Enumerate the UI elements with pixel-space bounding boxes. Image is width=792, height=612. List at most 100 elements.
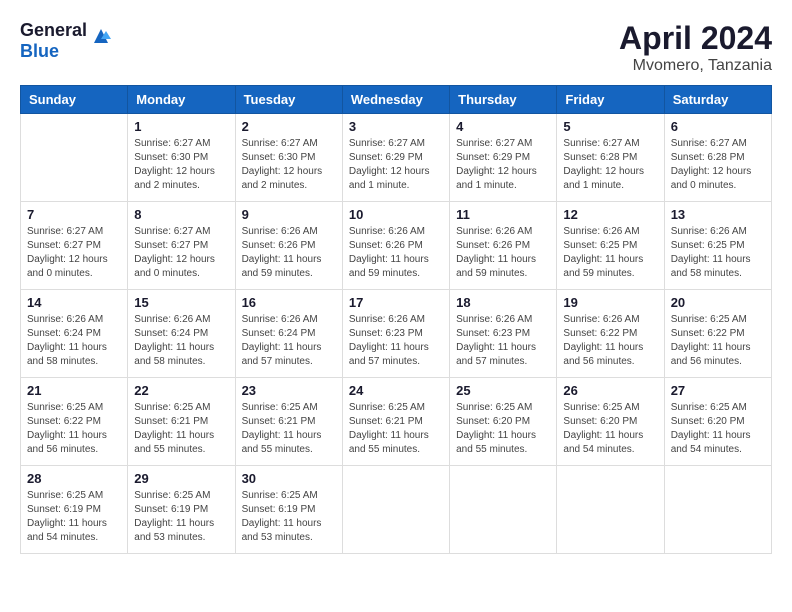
day-info: Sunrise: 6:25 AMSunset: 6:19 PMDaylight:… xyxy=(134,489,228,545)
calendar-cell: 9 Sunrise: 6:26 AMSunset: 6:26 PMDayligh… xyxy=(235,202,342,290)
col-sunday: Sunday xyxy=(21,86,128,114)
calendar-cell xyxy=(342,466,449,554)
calendar-cell: 7 Sunrise: 6:27 AMSunset: 6:27 PMDayligh… xyxy=(21,202,128,290)
day-info: Sunrise: 6:27 AMSunset: 6:29 PMDaylight:… xyxy=(456,137,550,193)
day-number: 23 xyxy=(242,383,336,398)
day-number: 27 xyxy=(671,383,765,398)
day-info: Sunrise: 6:25 AMSunset: 6:20 PMDaylight:… xyxy=(563,401,657,457)
logo-general: General xyxy=(20,20,87,40)
day-info: Sunrise: 6:25 AMSunset: 6:22 PMDaylight:… xyxy=(27,401,121,457)
month-year-title: April 2024 xyxy=(619,20,772,57)
calendar-cell xyxy=(664,466,771,554)
logo: General Blue xyxy=(20,20,112,62)
calendar-cell: 21 Sunrise: 6:25 AMSunset: 6:22 PMDaylig… xyxy=(21,378,128,466)
calendar-cell: 1 Sunrise: 6:27 AMSunset: 6:30 PMDayligh… xyxy=(128,114,235,202)
calendar-cell: 17 Sunrise: 6:26 AMSunset: 6:23 PMDaylig… xyxy=(342,290,449,378)
calendar-cell: 4 Sunrise: 6:27 AMSunset: 6:29 PMDayligh… xyxy=(450,114,557,202)
day-info: Sunrise: 6:25 AMSunset: 6:21 PMDaylight:… xyxy=(242,401,336,457)
calendar-header-row: Sunday Monday Tuesday Wednesday Thursday… xyxy=(21,86,772,114)
logo-icon xyxy=(90,25,112,47)
day-info: Sunrise: 6:27 AMSunset: 6:30 PMDaylight:… xyxy=(134,137,228,193)
day-info: Sunrise: 6:26 AMSunset: 6:25 PMDaylight:… xyxy=(563,225,657,281)
day-number: 26 xyxy=(563,383,657,398)
day-number: 21 xyxy=(27,383,121,398)
day-number: 13 xyxy=(671,207,765,222)
day-info: Sunrise: 6:26 AMSunset: 6:26 PMDaylight:… xyxy=(349,225,443,281)
week-row-2: 7 Sunrise: 6:27 AMSunset: 6:27 PMDayligh… xyxy=(21,202,772,290)
week-row-1: 1 Sunrise: 6:27 AMSunset: 6:30 PMDayligh… xyxy=(21,114,772,202)
col-tuesday: Tuesday xyxy=(235,86,342,114)
day-number: 3 xyxy=(349,119,443,134)
day-info: Sunrise: 6:27 AMSunset: 6:29 PMDaylight:… xyxy=(349,137,443,193)
logo-text: General Blue xyxy=(20,20,87,62)
day-info: Sunrise: 6:27 AMSunset: 6:28 PMDaylight:… xyxy=(671,137,765,193)
day-info: Sunrise: 6:27 AMSunset: 6:27 PMDaylight:… xyxy=(134,225,228,281)
day-info: Sunrise: 6:27 AMSunset: 6:27 PMDaylight:… xyxy=(27,225,121,281)
col-wednesday: Wednesday xyxy=(342,86,449,114)
col-saturday: Saturday xyxy=(664,86,771,114)
calendar-cell: 30 Sunrise: 6:25 AMSunset: 6:19 PMDaylig… xyxy=(235,466,342,554)
day-number: 16 xyxy=(242,295,336,310)
day-info: Sunrise: 6:25 AMSunset: 6:20 PMDaylight:… xyxy=(671,401,765,457)
day-info: Sunrise: 6:26 AMSunset: 6:26 PMDaylight:… xyxy=(456,225,550,281)
day-info: Sunrise: 6:27 AMSunset: 6:30 PMDaylight:… xyxy=(242,137,336,193)
col-thursday: Thursday xyxy=(450,86,557,114)
calendar-cell xyxy=(557,466,664,554)
calendar-cell: 18 Sunrise: 6:26 AMSunset: 6:23 PMDaylig… xyxy=(450,290,557,378)
day-number: 9 xyxy=(242,207,336,222)
day-info: Sunrise: 6:27 AMSunset: 6:28 PMDaylight:… xyxy=(563,137,657,193)
calendar-cell: 15 Sunrise: 6:26 AMSunset: 6:24 PMDaylig… xyxy=(128,290,235,378)
week-row-5: 28 Sunrise: 6:25 AMSunset: 6:19 PMDaylig… xyxy=(21,466,772,554)
day-number: 1 xyxy=(134,119,228,134)
day-number: 11 xyxy=(456,207,550,222)
day-number: 4 xyxy=(456,119,550,134)
day-number: 12 xyxy=(563,207,657,222)
calendar-cell: 5 Sunrise: 6:27 AMSunset: 6:28 PMDayligh… xyxy=(557,114,664,202)
col-monday: Monday xyxy=(128,86,235,114)
calendar-cell: 14 Sunrise: 6:26 AMSunset: 6:24 PMDaylig… xyxy=(21,290,128,378)
calendar-cell: 6 Sunrise: 6:27 AMSunset: 6:28 PMDayligh… xyxy=(664,114,771,202)
day-number: 28 xyxy=(27,471,121,486)
location-subtitle: Mvomero, Tanzania xyxy=(619,57,772,75)
day-info: Sunrise: 6:25 AMSunset: 6:20 PMDaylight:… xyxy=(456,401,550,457)
week-row-4: 21 Sunrise: 6:25 AMSunset: 6:22 PMDaylig… xyxy=(21,378,772,466)
col-friday: Friday xyxy=(557,86,664,114)
calendar-cell: 3 Sunrise: 6:27 AMSunset: 6:29 PMDayligh… xyxy=(342,114,449,202)
day-info: Sunrise: 6:26 AMSunset: 6:22 PMDaylight:… xyxy=(563,313,657,369)
day-number: 22 xyxy=(134,383,228,398)
day-number: 24 xyxy=(349,383,443,398)
day-number: 19 xyxy=(563,295,657,310)
calendar-cell: 22 Sunrise: 6:25 AMSunset: 6:21 PMDaylig… xyxy=(128,378,235,466)
calendar-cell: 11 Sunrise: 6:26 AMSunset: 6:26 PMDaylig… xyxy=(450,202,557,290)
day-number: 25 xyxy=(456,383,550,398)
day-info: Sunrise: 6:26 AMSunset: 6:24 PMDaylight:… xyxy=(242,313,336,369)
calendar-cell: 12 Sunrise: 6:26 AMSunset: 6:25 PMDaylig… xyxy=(557,202,664,290)
day-info: Sunrise: 6:26 AMSunset: 6:24 PMDaylight:… xyxy=(27,313,121,369)
day-number: 30 xyxy=(242,471,336,486)
calendar-cell: 13 Sunrise: 6:26 AMSunset: 6:25 PMDaylig… xyxy=(664,202,771,290)
calendar-table: Sunday Monday Tuesday Wednesday Thursday… xyxy=(20,85,772,554)
calendar-cell: 28 Sunrise: 6:25 AMSunset: 6:19 PMDaylig… xyxy=(21,466,128,554)
calendar-cell: 16 Sunrise: 6:26 AMSunset: 6:24 PMDaylig… xyxy=(235,290,342,378)
day-number: 17 xyxy=(349,295,443,310)
day-number: 10 xyxy=(349,207,443,222)
day-number: 29 xyxy=(134,471,228,486)
calendar-cell: 23 Sunrise: 6:25 AMSunset: 6:21 PMDaylig… xyxy=(235,378,342,466)
calendar-cell: 29 Sunrise: 6:25 AMSunset: 6:19 PMDaylig… xyxy=(128,466,235,554)
calendar-cell: 10 Sunrise: 6:26 AMSunset: 6:26 PMDaylig… xyxy=(342,202,449,290)
day-number: 14 xyxy=(27,295,121,310)
logo-blue: Blue xyxy=(20,41,59,61)
calendar-cell: 19 Sunrise: 6:26 AMSunset: 6:22 PMDaylig… xyxy=(557,290,664,378)
calendar-cell: 27 Sunrise: 6:25 AMSunset: 6:20 PMDaylig… xyxy=(664,378,771,466)
day-number: 18 xyxy=(456,295,550,310)
calendar-cell: 8 Sunrise: 6:27 AMSunset: 6:27 PMDayligh… xyxy=(128,202,235,290)
day-number: 6 xyxy=(671,119,765,134)
day-info: Sunrise: 6:25 AMSunset: 6:19 PMDaylight:… xyxy=(27,489,121,545)
day-number: 15 xyxy=(134,295,228,310)
day-info: Sunrise: 6:26 AMSunset: 6:26 PMDaylight:… xyxy=(242,225,336,281)
day-info: Sunrise: 6:25 AMSunset: 6:21 PMDaylight:… xyxy=(134,401,228,457)
day-info: Sunrise: 6:26 AMSunset: 6:25 PMDaylight:… xyxy=(671,225,765,281)
day-number: 8 xyxy=(134,207,228,222)
calendar-cell: 2 Sunrise: 6:27 AMSunset: 6:30 PMDayligh… xyxy=(235,114,342,202)
calendar-cell: 20 Sunrise: 6:25 AMSunset: 6:22 PMDaylig… xyxy=(664,290,771,378)
